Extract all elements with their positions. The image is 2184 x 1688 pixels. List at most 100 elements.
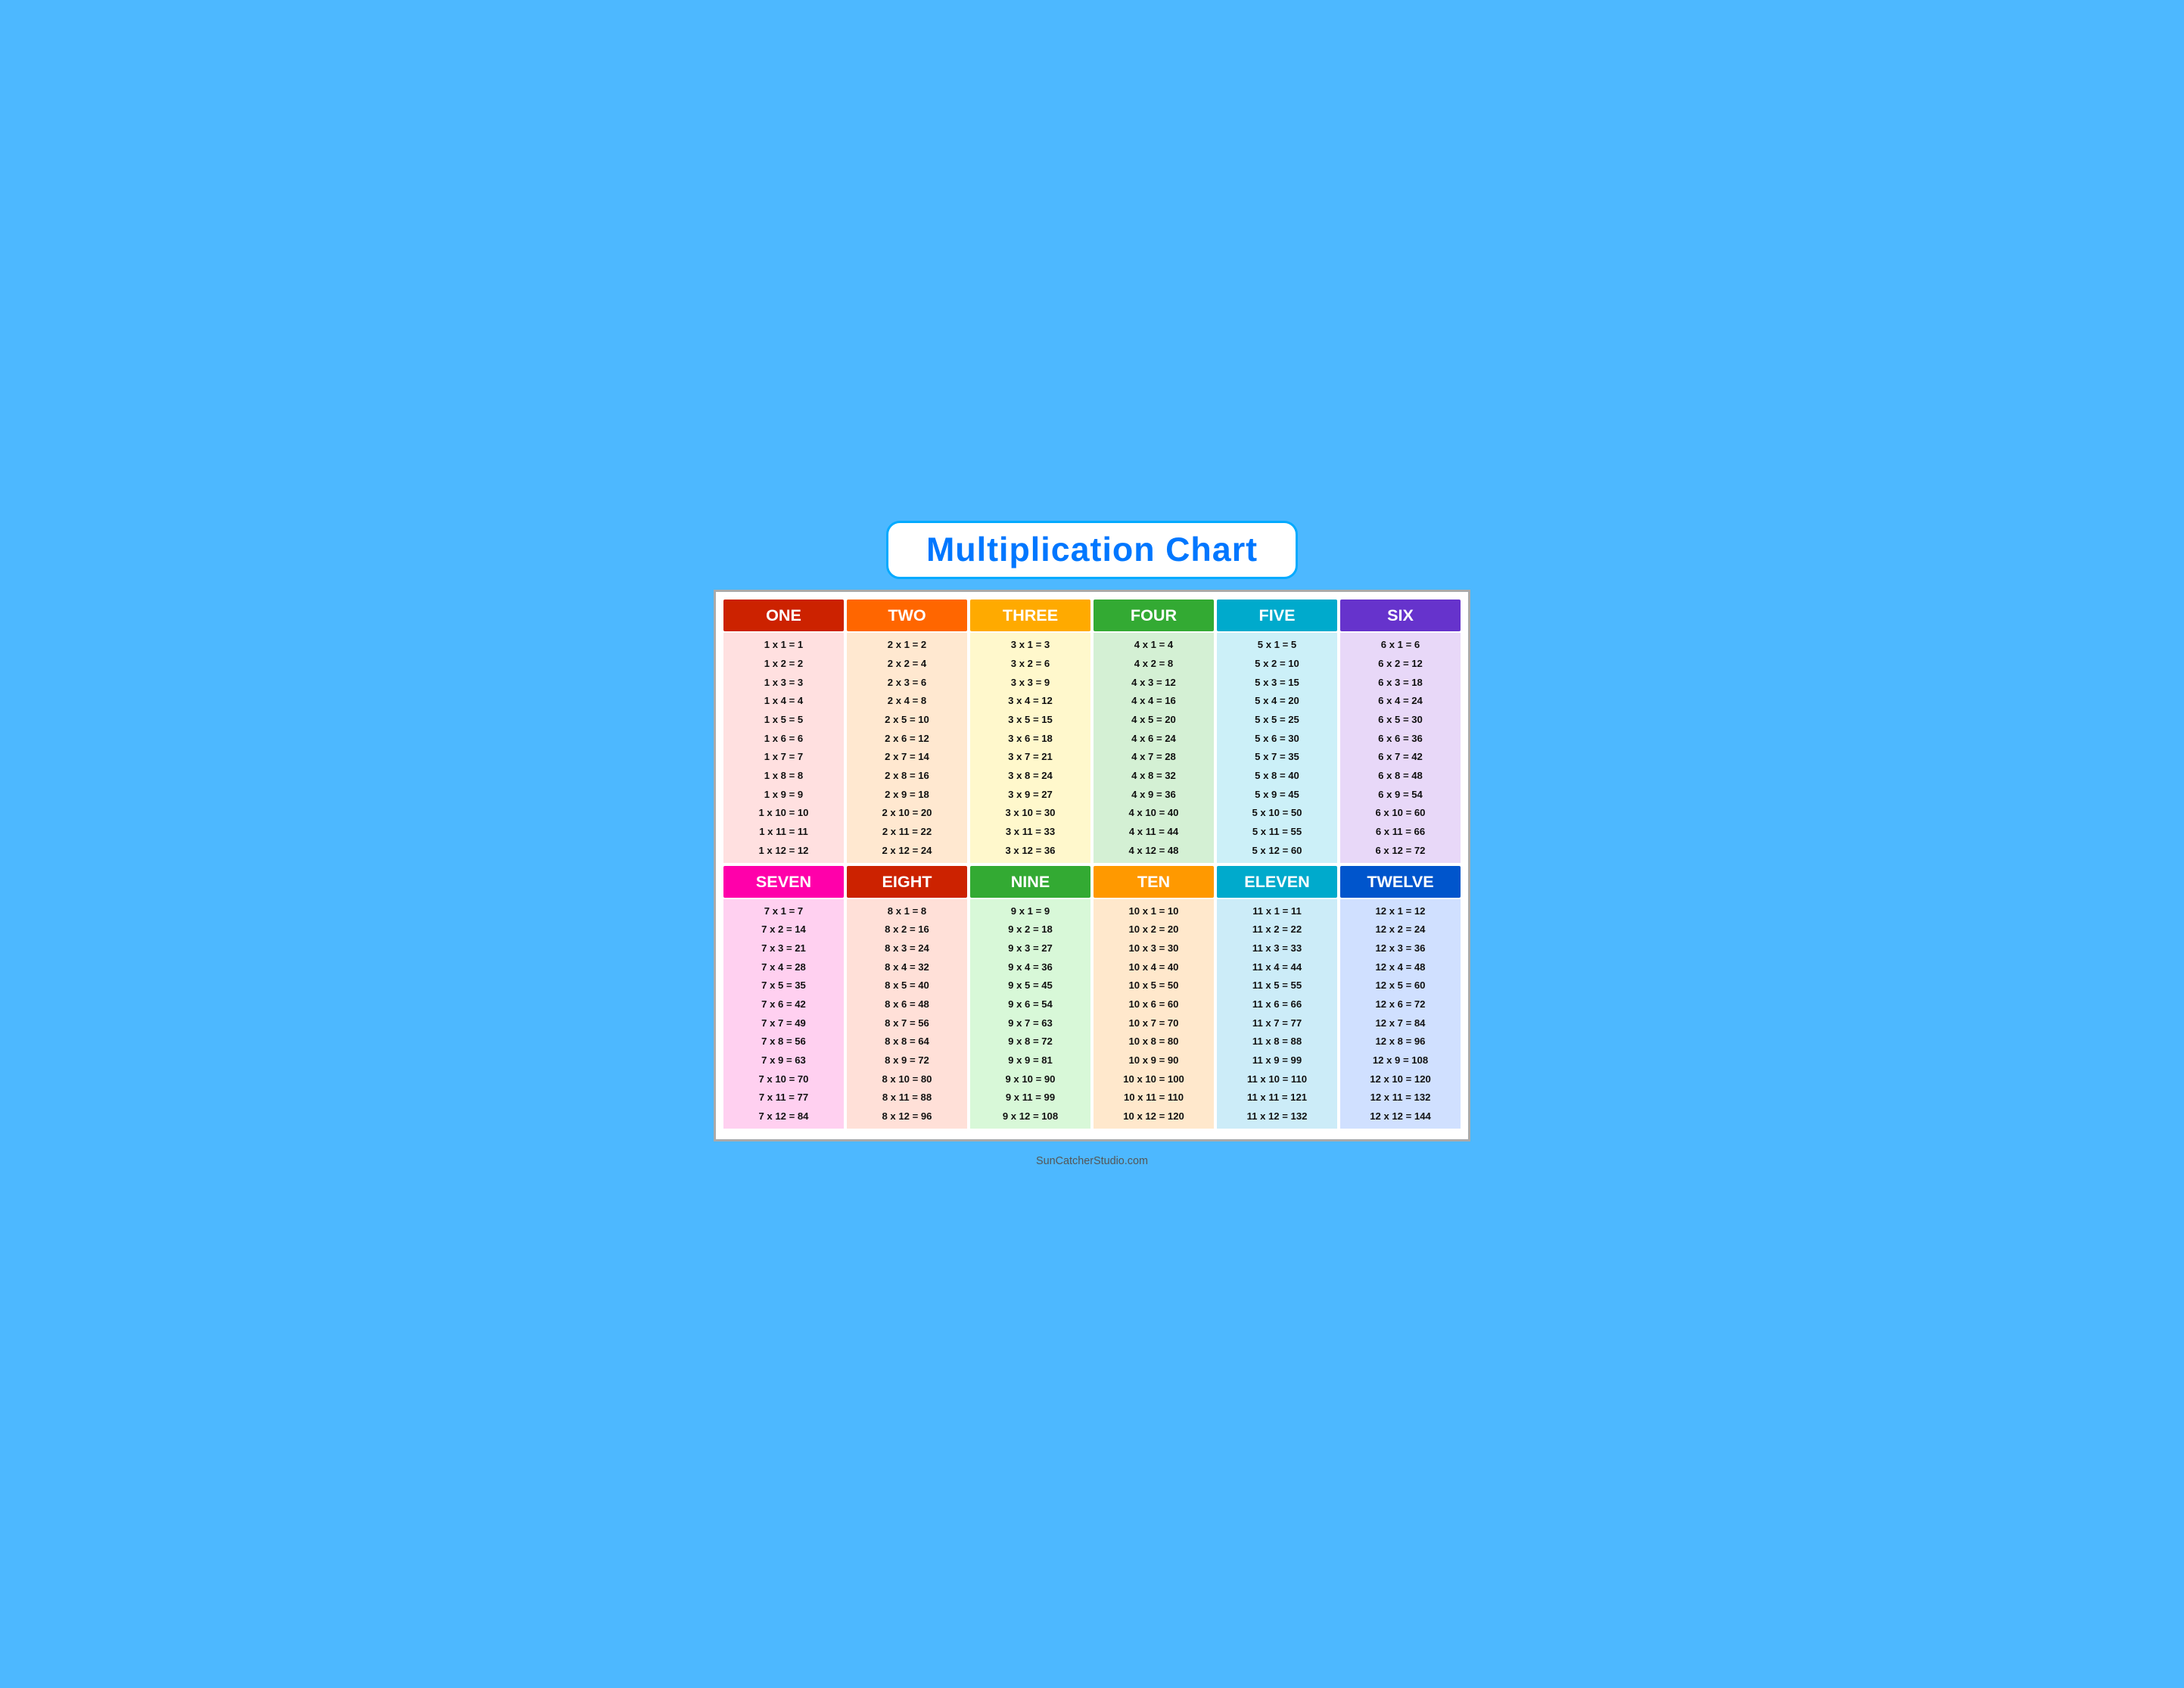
table-row: 4 x 3 = 12 bbox=[1098, 674, 1209, 692]
table-row: 1 x 3 = 3 bbox=[728, 674, 839, 692]
table-row: 1 x 4 = 4 bbox=[728, 692, 839, 710]
footer-text: SunCatcherStudio.com bbox=[1036, 1155, 1148, 1167]
table-row: 10 x 6 = 60 bbox=[1098, 995, 1209, 1014]
header-twelve: TWELVE bbox=[1340, 866, 1461, 898]
table-row: 9 x 10 = 90 bbox=[975, 1070, 1086, 1088]
table-row: 9 x 4 = 36 bbox=[975, 958, 1086, 976]
table-row: 5 x 11 = 55 bbox=[1221, 823, 1333, 841]
table-row: 1 x 7 = 7 bbox=[728, 748, 839, 766]
table-row: 11 x 12 = 132 bbox=[1221, 1107, 1333, 1126]
table-row: 2 x 2 = 4 bbox=[851, 655, 963, 673]
table-row: 7 x 5 = 35 bbox=[728, 976, 839, 995]
column-five: FIVE5 x 1 = 55 x 2 = 105 x 3 = 155 x 4 =… bbox=[1217, 600, 1337, 862]
table-row: 2 x 12 = 24 bbox=[851, 842, 963, 860]
table-row: 7 x 1 = 7 bbox=[728, 902, 839, 920]
table-row: 8 x 8 = 64 bbox=[851, 1032, 963, 1051]
table-row: 4 x 5 = 20 bbox=[1098, 711, 1209, 729]
table-row: 12 x 1 = 12 bbox=[1345, 902, 1456, 920]
table-row: 12 x 5 = 60 bbox=[1345, 976, 1456, 995]
table-row: 10 x 4 = 40 bbox=[1098, 958, 1209, 976]
table-row: 5 x 9 = 45 bbox=[1221, 786, 1333, 804]
table-row: 8 x 7 = 56 bbox=[851, 1014, 963, 1032]
table-row: 4 x 7 = 28 bbox=[1098, 748, 1209, 766]
body-eleven: 11 x 1 = 1111 x 2 = 2211 x 3 = 3311 x 4 … bbox=[1217, 899, 1337, 1129]
table-row: 11 x 6 = 66 bbox=[1221, 995, 1333, 1014]
table-row: 8 x 11 = 88 bbox=[851, 1088, 963, 1107]
table-row: 5 x 2 = 10 bbox=[1221, 655, 1333, 673]
table-row: 10 x 1 = 10 bbox=[1098, 902, 1209, 920]
table-row: 5 x 8 = 40 bbox=[1221, 767, 1333, 785]
table-row: 11 x 4 = 44 bbox=[1221, 958, 1333, 976]
table-row: 1 x 8 = 8 bbox=[728, 767, 839, 785]
column-seven: SEVEN7 x 1 = 77 x 2 = 147 x 3 = 217 x 4 … bbox=[723, 866, 844, 1129]
table-row: 1 x 1 = 1 bbox=[728, 636, 839, 654]
table-row: 1 x 5 = 5 bbox=[728, 711, 839, 729]
column-eleven: ELEVEN11 x 1 = 1111 x 2 = 2211 x 3 = 331… bbox=[1217, 866, 1337, 1129]
table-row: 10 x 3 = 30 bbox=[1098, 939, 1209, 958]
table-row: 10 x 2 = 20 bbox=[1098, 920, 1209, 939]
table-row: 11 x 8 = 88 bbox=[1221, 1032, 1333, 1051]
table-row: 3 x 12 = 36 bbox=[975, 842, 1086, 860]
table-row: 3 x 10 = 30 bbox=[975, 804, 1086, 822]
table-row: 6 x 5 = 30 bbox=[1345, 711, 1456, 729]
table-row: 12 x 10 = 120 bbox=[1345, 1070, 1456, 1088]
table-row: 9 x 7 = 63 bbox=[975, 1014, 1086, 1032]
table-row: 9 x 6 = 54 bbox=[975, 995, 1086, 1014]
table-row: 3 x 2 = 6 bbox=[975, 655, 1086, 673]
table-row: 10 x 8 = 80 bbox=[1098, 1032, 1209, 1051]
body-one: 1 x 1 = 11 x 2 = 21 x 3 = 31 x 4 = 41 x … bbox=[723, 633, 844, 862]
column-six: SIX6 x 1 = 66 x 2 = 126 x 3 = 186 x 4 = … bbox=[1340, 600, 1461, 862]
table-row: 4 x 12 = 48 bbox=[1098, 842, 1209, 860]
table-row: 11 x 5 = 55 bbox=[1221, 976, 1333, 995]
table-row: 3 x 4 = 12 bbox=[975, 692, 1086, 710]
column-eight: EIGHT8 x 1 = 88 x 2 = 168 x 3 = 248 x 4 … bbox=[847, 866, 967, 1129]
table-row: 9 x 5 = 45 bbox=[975, 976, 1086, 995]
table-row: 6 x 3 = 18 bbox=[1345, 674, 1456, 692]
column-nine: NINE9 x 1 = 99 x 2 = 189 x 3 = 279 x 4 =… bbox=[970, 866, 1090, 1129]
table-row: 3 x 1 = 3 bbox=[975, 636, 1086, 654]
table-row: 6 x 1 = 6 bbox=[1345, 636, 1456, 654]
table-row: 8 x 5 = 40 bbox=[851, 976, 963, 995]
table-row: 2 x 7 = 14 bbox=[851, 748, 963, 766]
top-grid: ONE1 x 1 = 11 x 2 = 21 x 3 = 31 x 4 = 41… bbox=[723, 600, 1461, 862]
table-row: 9 x 11 = 99 bbox=[975, 1088, 1086, 1107]
table-row: 4 x 11 = 44 bbox=[1098, 823, 1209, 841]
header-seven: SEVEN bbox=[723, 866, 844, 898]
table-row: 8 x 2 = 16 bbox=[851, 920, 963, 939]
body-nine: 9 x 1 = 99 x 2 = 189 x 3 = 279 x 4 = 369… bbox=[970, 899, 1090, 1129]
body-ten: 10 x 1 = 1010 x 2 = 2010 x 3 = 3010 x 4 … bbox=[1094, 899, 1214, 1129]
table-row: 11 x 7 = 77 bbox=[1221, 1014, 1333, 1032]
table-row: 10 x 7 = 70 bbox=[1098, 1014, 1209, 1032]
column-three: THREE3 x 1 = 33 x 2 = 63 x 3 = 93 x 4 = … bbox=[970, 600, 1090, 862]
table-row: 8 x 9 = 72 bbox=[851, 1051, 963, 1070]
table-row: 1 x 12 = 12 bbox=[728, 842, 839, 860]
table-row: 12 x 3 = 36 bbox=[1345, 939, 1456, 958]
table-row: 7 x 8 = 56 bbox=[728, 1032, 839, 1051]
body-five: 5 x 1 = 55 x 2 = 105 x 3 = 155 x 4 = 205… bbox=[1217, 633, 1337, 862]
table-row: 4 x 8 = 32 bbox=[1098, 767, 1209, 785]
table-row: 6 x 4 = 24 bbox=[1345, 692, 1456, 710]
chart-container: ONE1 x 1 = 11 x 2 = 21 x 3 = 31 x 4 = 41… bbox=[714, 590, 1470, 1141]
column-twelve: TWELVE 12 x 1 = 1212 x 2 = 2412 x 3 = 36 1… bbox=[1340, 866, 1461, 1129]
table-row: 5 x 12 = 60 bbox=[1221, 842, 1333, 860]
table-row: 8 x 6 = 48 bbox=[851, 995, 963, 1014]
table-row: 2 x 1 = 2 bbox=[851, 636, 963, 654]
table-row: 12 x 2 = 24 bbox=[1345, 920, 1456, 939]
table-row: 6 x 6 = 36 bbox=[1345, 730, 1456, 748]
table-row: 1 x 6 = 6 bbox=[728, 730, 839, 748]
table-row: 1 x 10 = 10 bbox=[728, 804, 839, 822]
body-seven: 7 x 1 = 77 x 2 = 147 x 3 = 217 x 4 = 287… bbox=[723, 899, 844, 1129]
table-row: 12 x 7 = 84 bbox=[1345, 1014, 1456, 1032]
header-nine: NINE bbox=[970, 866, 1090, 898]
table-row: 6 x 9 = 54 bbox=[1345, 786, 1456, 804]
page-wrapper: Multiplication Chart ONE1 x 1 = 11 x 2 =… bbox=[714, 521, 1470, 1167]
table-row: 5 x 3 = 15 bbox=[1221, 674, 1333, 692]
table-row: 6 x 10 = 60 bbox=[1345, 804, 1456, 822]
table-row: 10 x 9 = 90 bbox=[1098, 1051, 1209, 1070]
table-row: 5 x 4 = 20 bbox=[1221, 692, 1333, 710]
table-row: 11 x 3 = 33 bbox=[1221, 939, 1333, 958]
bottom-grid: SEVEN7 x 1 = 77 x 2 = 147 x 3 = 217 x 4 … bbox=[723, 866, 1461, 1129]
table-row: 3 x 9 = 27 bbox=[975, 786, 1086, 804]
table-row: 11 x 2 = 22 bbox=[1221, 920, 1333, 939]
header-two: TWO bbox=[847, 600, 967, 631]
